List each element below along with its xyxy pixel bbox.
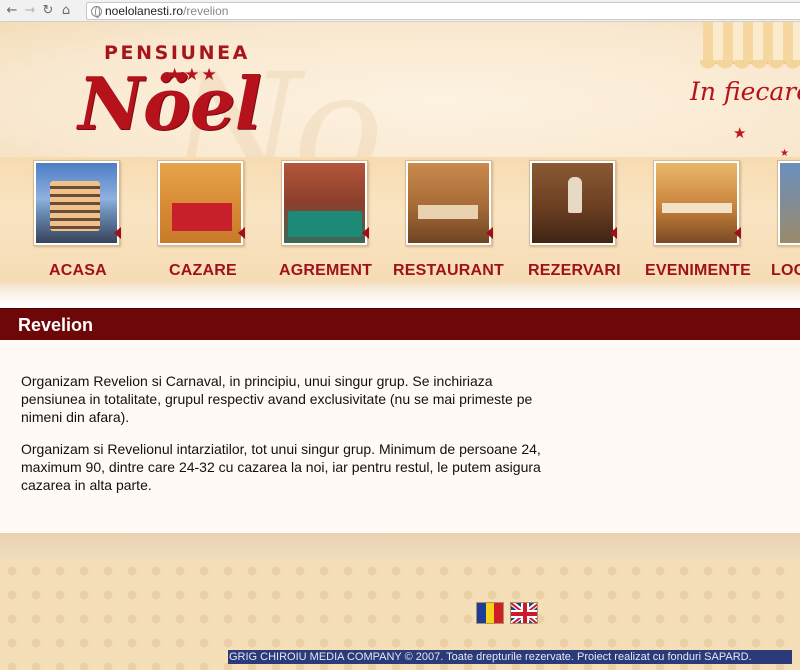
reload-icon[interactable]: ↻ bbox=[39, 2, 57, 20]
nav-item-restaurant[interactable]: RESTAURANT bbox=[372, 157, 512, 282]
nav-label[interactable]: AGREMENT bbox=[279, 262, 372, 280]
nav-label[interactable]: ACASA bbox=[49, 262, 107, 280]
reception-photo bbox=[532, 163, 613, 243]
arrow-icon bbox=[362, 227, 369, 239]
nav-label[interactable]: CAZARE bbox=[169, 262, 237, 280]
section-header-bar: Revelion bbox=[0, 308, 800, 340]
arrow-icon bbox=[114, 227, 121, 239]
star-icon: ★ bbox=[733, 125, 747, 142]
browser-toolbar: ← → ↻ ⌂ noelolanesti.ro/revelion bbox=[0, 0, 800, 22]
arrow-icon bbox=[610, 227, 617, 239]
main-navigation: ACASA CAZARE AGREMENT RESTAURANT REZERVA… bbox=[0, 157, 800, 282]
star-icon: ★ bbox=[780, 148, 789, 157]
url-host: noelolanesti.ro bbox=[105, 4, 184, 18]
content-paragraph: Organizam Revelion si Carnaval, in princ… bbox=[21, 373, 533, 425]
arrow-icon bbox=[734, 227, 741, 239]
nav-thumbnail[interactable] bbox=[653, 160, 741, 246]
nav-label[interactable]: EVENIMENTE bbox=[645, 262, 751, 280]
billiard-room-photo bbox=[284, 163, 365, 243]
event-hall-photo bbox=[656, 163, 737, 243]
nav-item-locatie[interactable]: LOC bbox=[744, 157, 800, 282]
site-footer: GRIG CHIROIU MEDIA COMPANY © 2007. Toate… bbox=[0, 559, 800, 670]
nav-thumbnail[interactable] bbox=[405, 160, 493, 246]
arrow-icon bbox=[486, 227, 493, 239]
content-paragraph: Organizam si Revelionul intarziatilor, t… bbox=[21, 441, 541, 493]
nav-thumbnail[interactable] bbox=[33, 160, 121, 246]
nav-item-agrement[interactable]: AGREMENT bbox=[248, 157, 388, 282]
page-title: Revelion bbox=[18, 315, 94, 335]
nav-thumbnail[interactable] bbox=[281, 160, 369, 246]
nav-item-evenimente[interactable]: EVENIMENTE bbox=[620, 157, 760, 282]
restaurant-photo bbox=[408, 163, 489, 243]
arrow-icon bbox=[238, 227, 245, 239]
awning-decoration bbox=[703, 22, 800, 64]
main-content: Organizam Revelion si Carnaval, in princ… bbox=[0, 340, 800, 533]
site-header: No PENSIUNEA ★★★ Nöel In fiecare ★ ★ bbox=[0, 22, 800, 157]
nav-item-acasa[interactable]: ACASA bbox=[0, 157, 140, 282]
home-icon[interactable]: ⌂ bbox=[57, 2, 75, 20]
awning-edge-decoration bbox=[700, 60, 800, 74]
forward-arrow-icon[interactable]: → bbox=[21, 2, 39, 20]
content-bottom-shadow bbox=[0, 533, 800, 559]
nav-thumbnail[interactable] bbox=[777, 160, 800, 246]
copyright-text: GRIG CHIROIU MEDIA COMPANY © 2007. Toate… bbox=[228, 650, 792, 664]
nav-thumbnail[interactable] bbox=[529, 160, 617, 246]
nav-item-cazare[interactable]: CAZARE bbox=[124, 157, 264, 282]
nav-label[interactable]: LOC bbox=[771, 262, 800, 280]
url-path: /revelion bbox=[183, 4, 229, 18]
english-flag-icon[interactable] bbox=[510, 602, 538, 624]
nav-label[interactable]: RESTAURANT bbox=[393, 262, 504, 280]
romanian-flag-icon[interactable] bbox=[476, 602, 504, 624]
logo-noel-text: Nöel bbox=[78, 61, 262, 146]
divider-shadow bbox=[0, 282, 800, 308]
hotel-building-photo bbox=[36, 163, 117, 243]
nav-item-rezervari[interactable]: REZERVARI bbox=[496, 157, 636, 282]
header-tagline: In fiecare bbox=[690, 77, 800, 106]
back-arrow-icon[interactable]: ← bbox=[3, 2, 21, 20]
bedroom-photo bbox=[160, 163, 241, 243]
nav-thumbnail[interactable] bbox=[157, 160, 245, 246]
location-photo bbox=[780, 163, 800, 243]
page-info-icon[interactable] bbox=[91, 5, 102, 18]
nav-label[interactable]: REZERVARI bbox=[528, 262, 621, 280]
address-bar[interactable]: noelolanesti.ro/revelion bbox=[86, 2, 800, 20]
